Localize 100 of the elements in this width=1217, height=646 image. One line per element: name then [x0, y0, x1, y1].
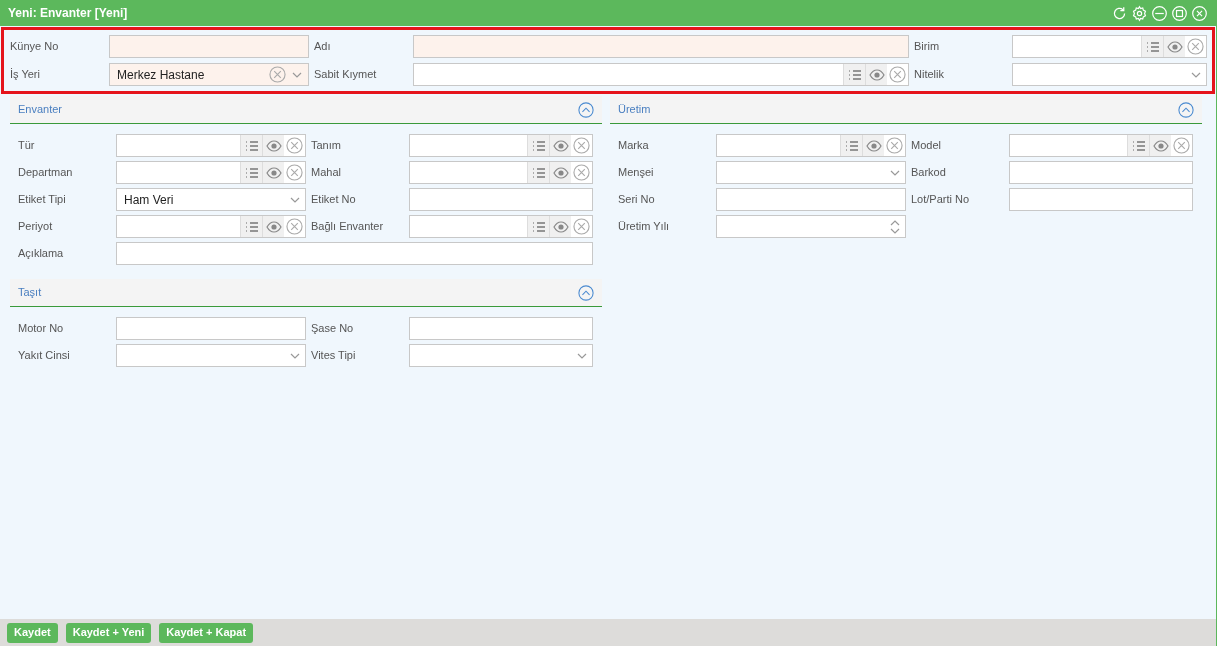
- eye-icon[interactable]: [549, 216, 571, 237]
- clear-icon[interactable]: [571, 135, 592, 156]
- settings-icon[interactable]: [1131, 4, 1148, 22]
- save-button[interactable]: Kaydet: [7, 622, 58, 643]
- field-label: Mahal: [310, 165, 342, 181]
- eye-icon[interactable]: [262, 162, 284, 183]
- field-label: Departman: [18, 165, 74, 181]
- field-label: Vites Tipi: [310, 348, 357, 364]
- list-icon[interactable]: [240, 216, 262, 237]
- eye-icon[interactable]: [865, 64, 887, 85]
- lookup-field[interactable]: [716, 134, 906, 157]
- dropdown-field[interactable]: [716, 161, 906, 184]
- field-label: Künye No: [9, 39, 60, 55]
- list-icon[interactable]: [240, 162, 262, 183]
- dropdown-field[interactable]: Ham Veri: [116, 188, 306, 211]
- section-title: Üretim: [618, 102, 651, 118]
- collapse-icon[interactable]: [578, 284, 594, 301]
- list-icon[interactable]: [843, 64, 865, 85]
- eye-icon[interactable]: [262, 135, 284, 156]
- field-label: Marka: [618, 138, 650, 154]
- lookup-field[interactable]: [116, 134, 306, 157]
- section-header[interactable]: Envanter: [10, 96, 602, 124]
- clear-icon[interactable]: [284, 216, 305, 237]
- field-label: Üretim Yılı: [618, 219, 671, 235]
- lookup-field[interactable]: [413, 63, 909, 86]
- eye-icon[interactable]: [1149, 135, 1171, 156]
- field-label: Menşei: [618, 165, 655, 181]
- text-field[interactable]: [1009, 188, 1193, 211]
- text-field[interactable]: [409, 317, 593, 340]
- lookup-field[interactable]: [1009, 134, 1193, 157]
- field-label: Motor No: [18, 321, 65, 337]
- clear-icon[interactable]: [284, 162, 305, 183]
- clear-icon[interactable]: [284, 135, 305, 156]
- collapse-icon[interactable]: [578, 101, 594, 118]
- save-button[interactable]: Kaydet + Kapat: [159, 622, 254, 643]
- field-label: Model: [910, 138, 942, 154]
- eye-icon[interactable]: [549, 135, 571, 156]
- list-icon[interactable]: [527, 135, 549, 156]
- field-label: Seri No: [618, 192, 656, 208]
- lookup-field[interactable]: [409, 215, 593, 238]
- list-icon[interactable]: [527, 216, 549, 237]
- field-label: Nitelik: [913, 67, 945, 83]
- clear-icon[interactable]: [266, 64, 288, 85]
- dropdown-field[interactable]: Merkez Hastane: [109, 63, 309, 86]
- clear-icon[interactable]: [1171, 135, 1192, 156]
- section-header[interactable]: Üretim: [610, 96, 1202, 124]
- collapse-icon[interactable]: [1178, 101, 1194, 118]
- section-title: Envanter: [18, 102, 63, 118]
- field-label: Adı: [313, 39, 332, 55]
- list-icon[interactable]: [1141, 36, 1163, 57]
- clear-icon[interactable]: [884, 135, 905, 156]
- eye-icon[interactable]: [262, 216, 284, 237]
- maximize-icon[interactable]: [1171, 4, 1188, 22]
- field-label: Tür: [18, 138, 36, 154]
- clear-icon[interactable]: [571, 162, 592, 183]
- field-label: Etiket Tipi: [18, 192, 67, 208]
- field-label: Lot/Parti No: [910, 192, 971, 208]
- list-icon[interactable]: [840, 135, 862, 156]
- dropdown-field[interactable]: [409, 344, 593, 367]
- field-label: Tanım: [310, 138, 342, 154]
- clear-icon[interactable]: [571, 216, 592, 237]
- text-field[interactable]: [413, 35, 909, 58]
- lookup-field[interactable]: [409, 161, 593, 184]
- list-icon[interactable]: [527, 162, 549, 183]
- refresh-icon[interactable]: [1111, 4, 1128, 22]
- save-button[interactable]: Kaydet + Yeni: [65, 622, 152, 643]
- text-field[interactable]: [109, 35, 309, 58]
- clear-icon[interactable]: [887, 64, 908, 85]
- text-field[interactable]: [116, 242, 593, 265]
- clear-icon[interactable]: [1185, 36, 1206, 57]
- field-label: İş Yeri: [9, 67, 41, 83]
- section-title: Taşıt: [18, 285, 42, 301]
- lookup-field[interactable]: [116, 215, 306, 238]
- lookup-field[interactable]: [1012, 35, 1207, 58]
- dropdown-field[interactable]: [1012, 63, 1207, 86]
- close-icon[interactable]: [1191, 4, 1208, 22]
- text-field[interactable]: [409, 188, 593, 211]
- text-field[interactable]: [716, 188, 906, 211]
- field-label: Etiket No: [310, 192, 357, 208]
- list-icon[interactable]: [240, 135, 262, 156]
- minimize-icon[interactable]: [1151, 4, 1168, 22]
- lookup-field[interactable]: [116, 161, 306, 184]
- field-label: Birim: [913, 39, 941, 55]
- text-field[interactable]: [1009, 161, 1193, 184]
- field-label: Sabit Kıymet: [313, 67, 378, 83]
- field-label: Barkod: [910, 165, 947, 181]
- section-header[interactable]: Taşıt: [10, 279, 602, 307]
- eye-icon[interactable]: [862, 135, 884, 156]
- text-field[interactable]: [116, 317, 306, 340]
- lookup-field[interactable]: [409, 134, 593, 157]
- eye-icon[interactable]: [549, 162, 571, 183]
- dropdown-field[interactable]: [116, 344, 306, 367]
- eye-icon[interactable]: [1163, 36, 1185, 57]
- field-label: Açıklama: [18, 246, 65, 262]
- field-label: Yakıt Cinsi: [18, 348, 71, 364]
- field-label: Bağlı Envanter: [310, 219, 385, 235]
- window-title: Yeni: Envanter [Yeni]: [8, 5, 128, 22]
- field-label: Periyot: [18, 219, 54, 235]
- list-icon[interactable]: [1127, 135, 1149, 156]
- number-field[interactable]: [716, 215, 906, 238]
